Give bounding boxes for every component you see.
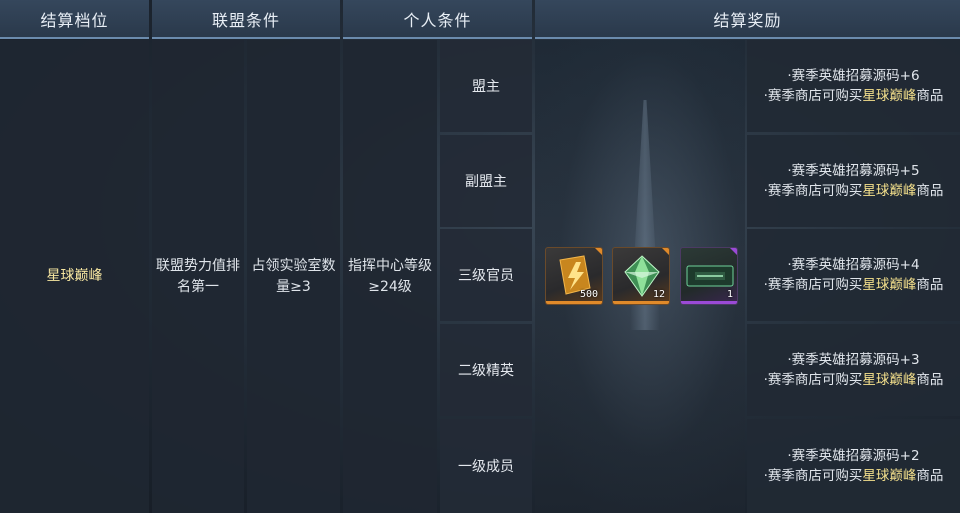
rank-elite-2: 二级精英 [440, 324, 532, 416]
rank-label: 一级成员 [458, 459, 514, 475]
header-personal-conditions: 个人条件 [343, 0, 532, 39]
reward-shop-highlight: 星球巅峰 [862, 468, 917, 484]
alliance-lab-count-cell: 占领实验室数量≥3 [247, 40, 340, 513]
reward-shop-highlight: 星球巅峰 [862, 88, 917, 104]
reward-line-shop: ·赛季商店可购买星球巅峰商品 [764, 86, 944, 106]
alliance-power-rank: 联盟势力值排名第一 [156, 257, 240, 295]
item-quantity: 1 [726, 289, 733, 300]
reward-line-shop: ·赛季商店可购买星球巅峰商品 [764, 181, 944, 201]
reward-shop-suffix: 商品 [916, 88, 944, 104]
reward-shop-highlight: 星球巅峰 [862, 183, 917, 199]
reward-shop-prefix: ·赛季商店可购买 [763, 277, 863, 293]
rank-label: 二级精英 [458, 363, 514, 379]
reward-shop-suffix: 商品 [916, 183, 944, 199]
rarity-corner [595, 248, 602, 255]
rank-reward-vice-leader: ·赛季英雄招募源码+5 ·赛季商店可购买星球巅峰商品 [747, 135, 960, 227]
rarity-bar [546, 301, 602, 304]
reward-line-recruit-code: ·赛季英雄招募源码+3 [787, 352, 920, 368]
header-tier: 结算档位 [0, 0, 149, 39]
rank-reward-leader: ·赛季英雄招募源码+6 ·赛季商店可购买星球巅峰商品 [747, 40, 960, 132]
personal-condition: 指挥中心等级≥24级 [348, 257, 432, 295]
personal-condition-cell: 指挥中心等级≥24级 [343, 40, 437, 513]
rarity-corner [662, 248, 669, 255]
rank-reward-elite-2: ·赛季英雄招募源码+3 ·赛季商店可购买星球巅峰商品 [747, 324, 960, 416]
rarity-bar [613, 301, 669, 304]
reward-shop-highlight: 星球巅峰 [862, 372, 917, 388]
reward-line-shop: ·赛季商店可购买星球巅峰商品 [764, 275, 944, 295]
item-quantity: 12 [652, 289, 665, 300]
reward-line-shop: ·赛季商店可购买星球巅峰商品 [764, 370, 944, 390]
rank-reward-member-1: ·赛季英雄招募源码+2 ·赛季商店可购买星球巅峰商品 [747, 419, 960, 513]
header-rewards: 结算奖励 [535, 0, 960, 39]
rarity-corner [730, 248, 737, 255]
reward-item-green-crystal[interactable]: 12 [612, 247, 670, 305]
reward-line-recruit-code: ·赛季英雄招募源码+5 [787, 163, 920, 179]
rank-leader: 盟主 [440, 40, 532, 132]
tier-name: 星球巅峰 [46, 268, 103, 284]
rank-member-1: 一级成员 [440, 419, 532, 513]
reward-shop-suffix: 商品 [916, 468, 944, 484]
reward-item-lightning-card[interactable]: 500 [545, 247, 603, 305]
reward-line-recruit-code: ·赛季英雄招募源码+4 [787, 257, 920, 273]
reward-shop-suffix: 商品 [916, 277, 944, 293]
header-alliance-conditions: 联盟条件 [152, 0, 340, 39]
rank-label: 三级官员 [458, 268, 514, 284]
rank-reward-officer-3: ·赛季英雄招募源码+4 ·赛季商店可购买星球巅峰商品 [747, 229, 960, 321]
reward-line-shop: ·赛季商店可购买星球巅峰商品 [764, 466, 944, 486]
rank-label: 盟主 [472, 79, 500, 95]
reward-line-recruit-code: ·赛季英雄招募源码+2 [787, 448, 920, 464]
tier-cell: 星球巅峰 [0, 40, 149, 513]
reward-shop-prefix: ·赛季商店可购买 [763, 88, 863, 104]
rank-officer-3: 三级官员 [440, 229, 532, 321]
reward-item-badge-card[interactable]: 1 [680, 247, 738, 305]
alliance-lab-count: 占领实验室数量≥3 [251, 257, 336, 295]
reward-shop-prefix: ·赛季商店可购买 [763, 372, 863, 388]
reward-line-recruit-code: ·赛季英雄招募源码+6 [787, 68, 920, 84]
rank-vice-leader: 副盟主 [440, 135, 532, 227]
item-quantity: 500 [579, 289, 598, 300]
alliance-power-rank-cell: 联盟势力值排名第一 [152, 40, 244, 513]
reward-shop-prefix: ·赛季商店可购买 [763, 183, 863, 199]
reward-shop-suffix: 商品 [916, 372, 944, 388]
rank-label: 副盟主 [465, 174, 507, 190]
reward-shop-prefix: ·赛季商店可购买 [763, 468, 863, 484]
rarity-bar [681, 301, 737, 304]
reward-shop-highlight: 星球巅峰 [862, 277, 917, 293]
